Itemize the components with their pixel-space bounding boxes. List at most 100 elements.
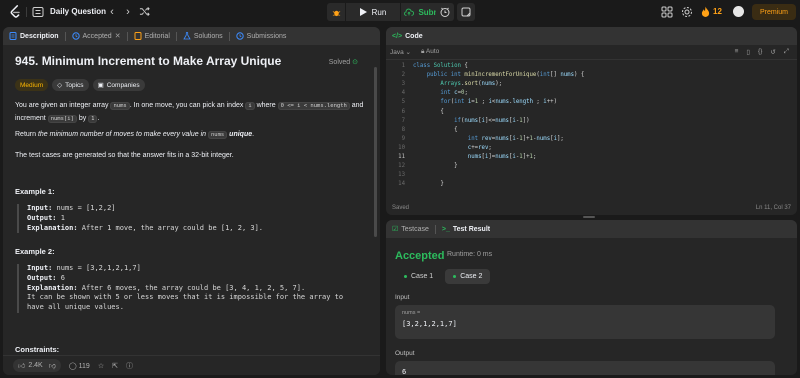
problem-title[interactable]: 945. Minimum Increment to Make Array Uni… [15, 54, 281, 68]
line-number: 10 [398, 144, 405, 151]
tab-test-result[interactable]: >_ Test Result [436, 220, 496, 238]
description-tabbar: Description Accepted ✕ Editorial Solutio… [3, 27, 380, 45]
code-editor[interactable]: 1 2 3 4 5 6 7 8 9 10 11 12 13 14 class S… [386, 62, 797, 192]
checkbox-icon: ☑ [392, 226, 399, 233]
divider [26, 7, 27, 17]
tab-label: Test Result [452, 225, 491, 233]
auto-mode[interactable]: 🔒︎ Auto [421, 48, 439, 56]
document-icon [9, 32, 17, 40]
tab-label: Submissions [246, 32, 287, 40]
panel-resize-handle[interactable] [583, 216, 595, 218]
code-tabbar: </> Code [386, 27, 797, 45]
tab-label: Accepted [82, 32, 112, 40]
tab-testcase[interactable]: ☑ Testcase [386, 220, 435, 238]
next-problem-icon[interactable]: › [122, 5, 134, 19]
debug-button[interactable] [327, 3, 345, 21]
run-button[interactable]: Run [346, 3, 400, 21]
case-label: Case 2 [460, 273, 483, 280]
text: unique [227, 131, 253, 138]
tab-accepted[interactable]: Accepted ✕ [66, 27, 127, 45]
daily-question-link[interactable]: Daily Question [50, 7, 106, 16]
tab-code[interactable]: </> Code [386, 27, 429, 45]
pass-dot-icon [404, 275, 407, 278]
text: where [254, 102, 278, 109]
reset-icon[interactable]: ↺ [770, 48, 775, 56]
companies-button[interactable]: ▣ Companies [92, 79, 145, 91]
case-tabs: Case 1 Case 2 [396, 269, 491, 284]
language-label: Java [390, 49, 404, 56]
close-icon[interactable]: ✕ [115, 32, 121, 40]
constraints-title: Constraints: [15, 345, 60, 354]
topics-label: Topics [65, 81, 84, 89]
layout-grid-icon[interactable] [661, 6, 673, 18]
bookmark-icon[interactable]: ▯ [746, 48, 750, 56]
tab-description[interactable]: Description [3, 27, 65, 45]
example-1-title: Example 1: [15, 187, 55, 196]
case-2-tab[interactable]: Case 2 [445, 269, 491, 284]
case-1-tab[interactable]: Case 1 [396, 269, 441, 284]
tag-icon: ◇ [57, 82, 63, 89]
braces-icon[interactable]: {} [758, 48, 762, 56]
line-number: 5 [401, 99, 405, 106]
streak-count[interactable]: 12 [713, 7, 722, 16]
leetcode-logo-icon[interactable] [9, 5, 22, 19]
format-icon[interactable]: ≡ [735, 48, 739, 56]
value: After 6 moves, the array could be [3, 4,… [77, 283, 306, 292]
output-box: 6 [395, 361, 775, 375]
code-line: c+=rev; [467, 144, 492, 151]
label: Explanation: [27, 223, 78, 232]
label: Input: [27, 204, 53, 212]
help-icon[interactable]: ⓘ [126, 361, 133, 371]
line-number: 3 [401, 81, 405, 88]
shuffle-icon[interactable] [139, 6, 150, 17]
line-number: 11 [398, 154, 405, 160]
thumbs-up-icon: 👍︎ [18, 363, 26, 370]
text: the minimum number of moves to make ever… [37, 131, 208, 138]
cursor-position: Ln 11, Col 37 [755, 205, 791, 211]
topics-button[interactable]: ◇ Topics [52, 79, 89, 91]
label: Explanation: [27, 283, 78, 292]
solved-status: Solved ⊙ [329, 58, 358, 66]
line-number: 13 [398, 172, 405, 179]
scrollbar[interactable] [374, 67, 377, 237]
prev-problem-icon[interactable]: ‹ [106, 5, 118, 19]
line-number: 4 [401, 90, 405, 97]
code-line: { [413, 126, 458, 133]
comment-button[interactable]: ◯ 119 [69, 362, 90, 370]
code-line: nums[i]=nums[i-1]+1; [467, 154, 537, 160]
language-select[interactable]: Java ⌄ [390, 48, 411, 56]
comment-icon: ◯ [68, 362, 77, 370]
code-line: int rev=nums[i-1]+1-nums[i]; [467, 135, 564, 142]
value: It can be shown with 5 or less moves tha… [27, 293, 344, 302]
settings-gear-icon[interactable] [681, 6, 693, 18]
expand-icon[interactable]: ⤢ [784, 48, 789, 56]
code-tab-label: Code [405, 32, 423, 40]
tab-label: Solutions [193, 32, 223, 40]
line-number: 1 [401, 63, 405, 69]
tab-editorial[interactable]: Editorial [128, 27, 176, 45]
code-line: class Solution { [413, 63, 468, 69]
notes-button[interactable] [457, 3, 475, 21]
solved-label: Solved [328, 59, 351, 66]
input-box: nums = [3,2,1,2,1,7] [395, 305, 775, 339]
code-line: if(nums[i]<=nums[i-1]) [454, 117, 530, 124]
code-line: } [413, 181, 444, 188]
fire-streak-icon[interactable] [701, 6, 710, 18]
premium-button[interactable]: Premium [752, 4, 796, 20]
share-icon[interactable]: ⇱ [112, 362, 118, 370]
tab-label: Description [20, 32, 59, 40]
like-button[interactable]: 👍︎ 2.4K 👎︎ [13, 359, 61, 372]
saved-status: Saved [392, 205, 410, 211]
tab-submissions[interactable]: Submissions [230, 27, 293, 45]
thumbs-down-icon[interactable]: 👎︎ [49, 361, 56, 370]
case-label: Case 1 [411, 273, 434, 280]
avatar[interactable] [733, 6, 744, 17]
timer-button[interactable] [436, 3, 454, 21]
run-label: Run [371, 7, 387, 17]
input-var: nums = [402, 310, 421, 316]
problem-list-icon[interactable] [32, 6, 44, 18]
star-icon[interactable]: ☆ [98, 362, 104, 370]
tab-solutions[interactable]: Solutions [177, 27, 229, 45]
text: Return [15, 131, 38, 138]
value: nums = [1,2,2] [52, 204, 116, 212]
